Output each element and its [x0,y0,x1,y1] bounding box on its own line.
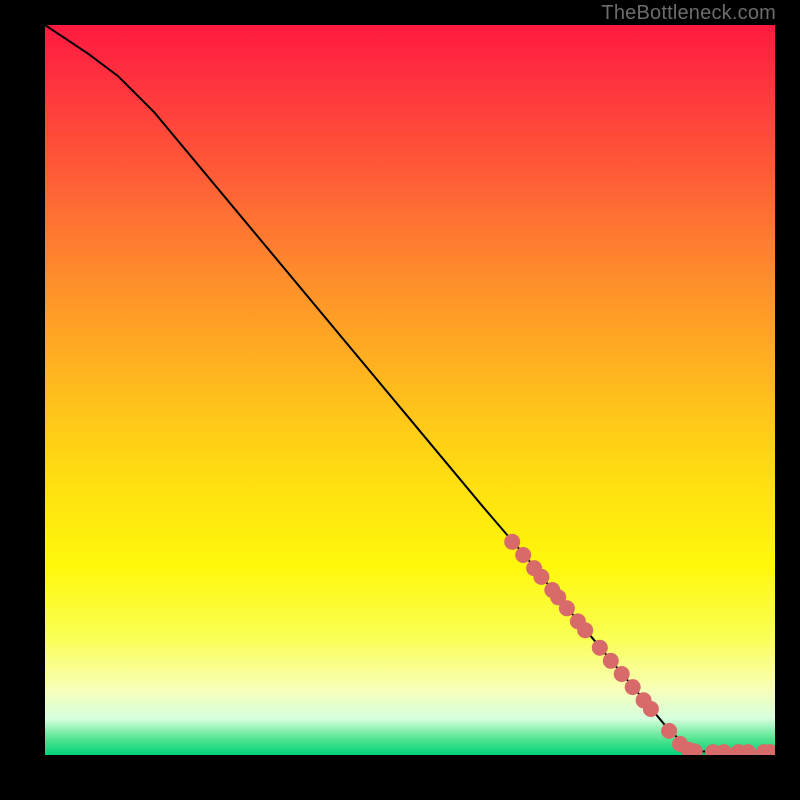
dot [603,653,619,669]
dot [625,679,641,695]
dot [504,534,520,550]
dot [533,569,549,585]
highlight-dots [504,534,775,755]
branding-label: TheBottleneck.com [601,2,776,25]
dot [614,666,630,682]
dot [515,547,531,563]
dot [661,723,677,739]
plot-area [45,25,775,755]
dot [577,622,593,638]
chart-frame: TheBottleneck.com [0,0,800,800]
dot [716,744,732,755]
dot [643,701,659,717]
dot [559,600,575,616]
chart-svg [45,25,775,755]
data-curve [45,25,775,752]
dot [592,640,608,656]
